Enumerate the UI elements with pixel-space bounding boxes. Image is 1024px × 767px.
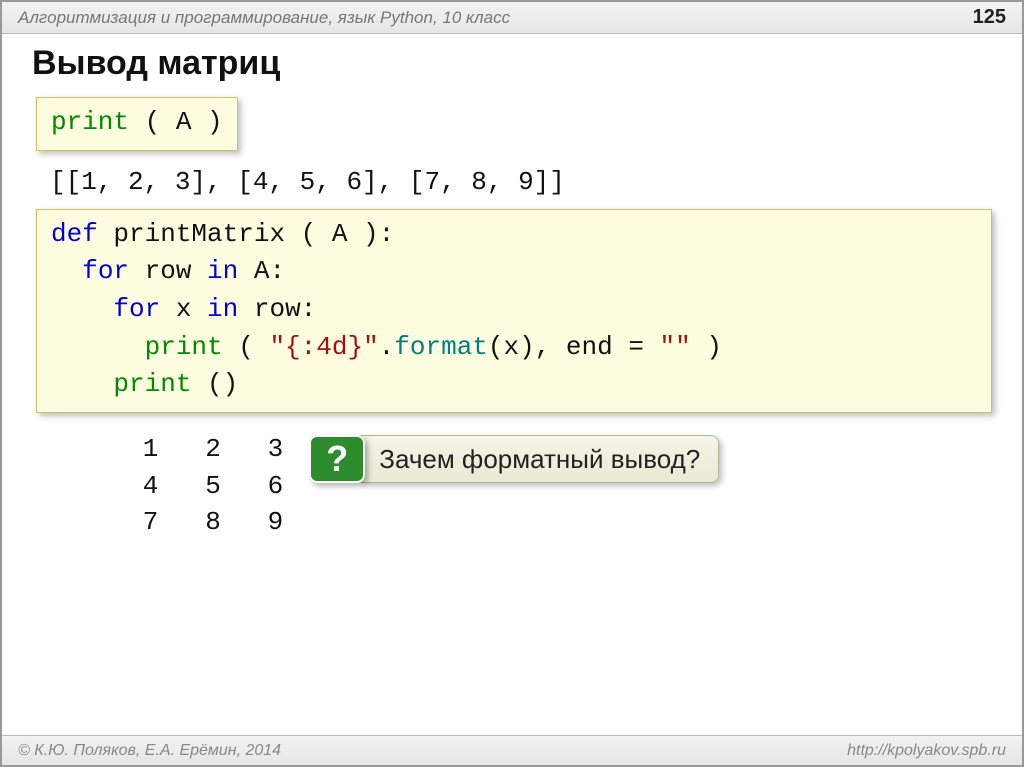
formatted-matrix-output: 1 2 3 4 5 6 7 8 9 — [96, 431, 283, 540]
code-box-print-a: print ( A ) — [36, 97, 238, 151]
question-mark-icon: ? — [309, 435, 365, 483]
footer-bar: © К.Ю. Поляков, Е.А. Ерёмин, 2014 http:/… — [2, 735, 1022, 765]
raw-output: [[1, 2, 3], [4, 5, 6], [7, 8, 9]] — [50, 167, 998, 197]
slide-content: Вывод матриц print ( A ) [[1, 2, 3], [4,… — [2, 34, 1022, 540]
footer-copyright: © К.Ю. Поляков, Е.А. Ерёмин, 2014 — [18, 742, 281, 760]
question-text: Зачем форматный вывод? — [361, 435, 719, 483]
page-number: 125 — [973, 6, 1006, 29]
matrix-row: 1 2 3 4 5 6 7 8 9 ? Зачем форматный выво… — [36, 431, 998, 540]
page-title: Вывод матриц — [32, 44, 998, 83]
header-bar: Алгоритмизация и программирование, язык … — [2, 2, 1022, 34]
question-pill: ? Зачем форматный вывод? — [309, 435, 719, 483]
breadcrumb: Алгоритмизация и программирование, язык … — [18, 8, 510, 28]
code-box-printmatrix: def printMatrix ( A ): for row in A: for… — [36, 209, 992, 413]
footer-url: http://kpolyakov.spb.ru — [847, 742, 1006, 760]
